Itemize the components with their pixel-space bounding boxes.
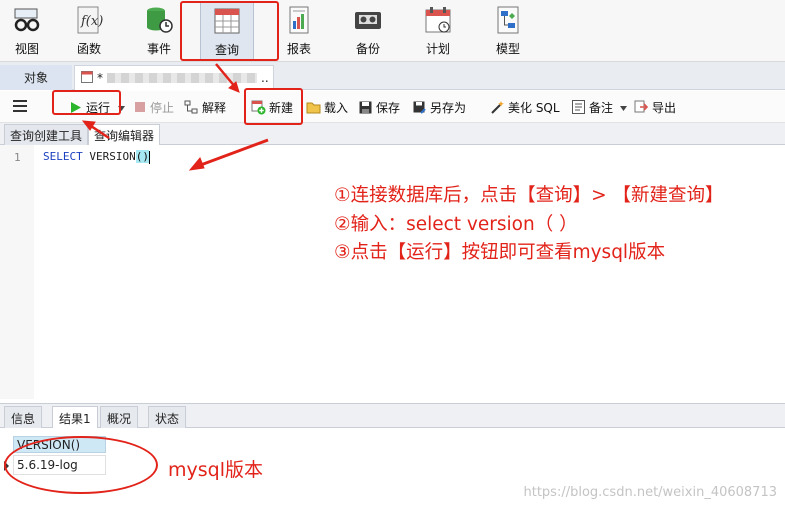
explain-label: 解释 (202, 100, 227, 115)
annotation-step-1: ①连接数据库后，点击【查询】> 【新建查询】 (334, 185, 724, 206)
line-number-gutter: 1 (0, 145, 34, 399)
load-label: 载入 (324, 100, 349, 115)
ribbon-label: 函数 (76, 42, 101, 56)
note-icon (571, 100, 586, 115)
ribbon-backup-button[interactable]: 备份 (341, 2, 395, 60)
stop-label: 停止 (150, 100, 175, 115)
ribbon-label: 事件 (146, 42, 171, 56)
export-icon (634, 100, 649, 115)
function-icon: f(x) (74, 5, 104, 35)
ribbon-label: 计划 (425, 42, 450, 56)
caret-down-icon (620, 100, 628, 114)
save-as-icon (412, 100, 427, 115)
export-button[interactable]: 导出 (634, 97, 676, 117)
magic-wand-icon (490, 100, 505, 115)
ribbon-model-button[interactable]: 模型 (481, 2, 535, 60)
tab-objects-label: 对象 (23, 71, 48, 85)
highlight-version-ellipse (4, 436, 158, 494)
tab-query-untitled[interactable]: * .. (74, 65, 274, 90)
query-tab-icon (81, 70, 93, 86)
report-icon (284, 5, 314, 35)
tab-status[interactable]: 状态 (148, 406, 187, 429)
text-cursor (148, 150, 150, 164)
svg-text:f(x): f(x) (80, 14, 103, 29)
save-button[interactable]: 保存 (358, 97, 400, 117)
watermark-text: https://blog.csdn.net/weixin_40608713 (523, 485, 777, 500)
backup-tape-icon (353, 5, 383, 35)
tab-query-builder[interactable]: 查询创建工具 (4, 124, 89, 145)
folder-icon (306, 100, 321, 115)
result-tab-bar: 信息 结果1 概况 状态 (0, 403, 785, 429)
highlight-new-box (244, 88, 303, 125)
ribbon-event-button[interactable]: 事件 (132, 2, 186, 60)
sql-code-line[interactable]: SELECT VERSION() (43, 150, 150, 164)
tab-info[interactable]: 信息 (4, 406, 43, 429)
beautify-sql-button[interactable]: 美化 SQL (490, 97, 560, 117)
ribbon-view-button[interactable]: 视图 (0, 2, 54, 60)
note-button[interactable]: 备注 (571, 97, 628, 117)
sql-function-name: VERSION (89, 150, 136, 163)
calendar-icon (423, 5, 453, 35)
ribbon-schedule-button[interactable]: 计划 (411, 2, 465, 60)
tab-query-editor[interactable]: 查询编辑器 (88, 124, 161, 145)
query-tab-ellipsis: .. (261, 71, 269, 85)
hamburger-icon (12, 99, 28, 116)
line-number: 1 (14, 151, 21, 164)
query-tab-modified-marker: * (97, 71, 103, 85)
explain-icon (184, 100, 199, 115)
highlight-query-box (180, 1, 279, 61)
ribbon-label: 报表 (286, 42, 311, 56)
tab-overview[interactable]: 概况 (100, 406, 139, 429)
beautify-sql-label: 美化 SQL (508, 100, 560, 115)
save-as-label: 另存为 (430, 100, 467, 115)
sql-keyword: SELECT (43, 150, 83, 163)
tab-result-1[interactable]: 结果1 (52, 406, 98, 429)
stop-button[interactable]: 停止 (132, 97, 174, 117)
save-disk-icon (358, 100, 373, 115)
model-icon (493, 5, 523, 35)
object-tab-bar: 对象 * .. (0, 62, 785, 90)
database-clock-icon (144, 5, 174, 35)
stop-icon (132, 100, 147, 115)
annotation-version-note: mysql版本 (168, 459, 263, 481)
export-label: 导出 (652, 100, 677, 115)
blurred-connection-name (107, 73, 257, 83)
ribbon-function-button[interactable]: f(x) 函数 (62, 2, 116, 60)
glasses-icon (12, 5, 42, 35)
tab-query-builder-label: 查询创建工具 (10, 128, 83, 143)
tab-query-editor-label: 查询编辑器 (94, 128, 155, 143)
save-label: 保存 (376, 100, 401, 115)
save-as-button[interactable]: 另存为 (412, 97, 466, 117)
sql-parens: () (135, 150, 149, 163)
load-button[interactable]: 载入 (306, 97, 348, 117)
tab-objects[interactable]: 对象 (0, 65, 72, 90)
menu-button[interactable] (12, 97, 28, 117)
editor-mode-tabs: 查询创建工具 查询编辑器 (0, 123, 785, 145)
tab-result-1-label: 结果1 (59, 411, 91, 426)
main-ribbon: 视图 f(x) 函数 事件 查询 报表 备份 计划 模型 (0, 0, 785, 62)
ribbon-label: 视图 (14, 42, 39, 56)
tab-overview-label: 概况 (107, 411, 132, 426)
tab-info-label: 信息 (11, 411, 36, 426)
explain-button[interactable]: 解释 (184, 97, 226, 117)
ribbon-label: 模型 (495, 42, 520, 56)
ribbon-label: 备份 (355, 42, 380, 56)
annotation-step-2: ②输入：select version（ ） (334, 214, 578, 235)
tab-status-label: 状态 (155, 411, 180, 426)
annotation-step-3: ③点击【运行】按钮即可查看mysql版本 (334, 242, 666, 263)
highlight-run-box (52, 90, 121, 115)
note-label: 备注 (589, 100, 614, 115)
ribbon-report-button[interactable]: 报表 (272, 2, 326, 60)
